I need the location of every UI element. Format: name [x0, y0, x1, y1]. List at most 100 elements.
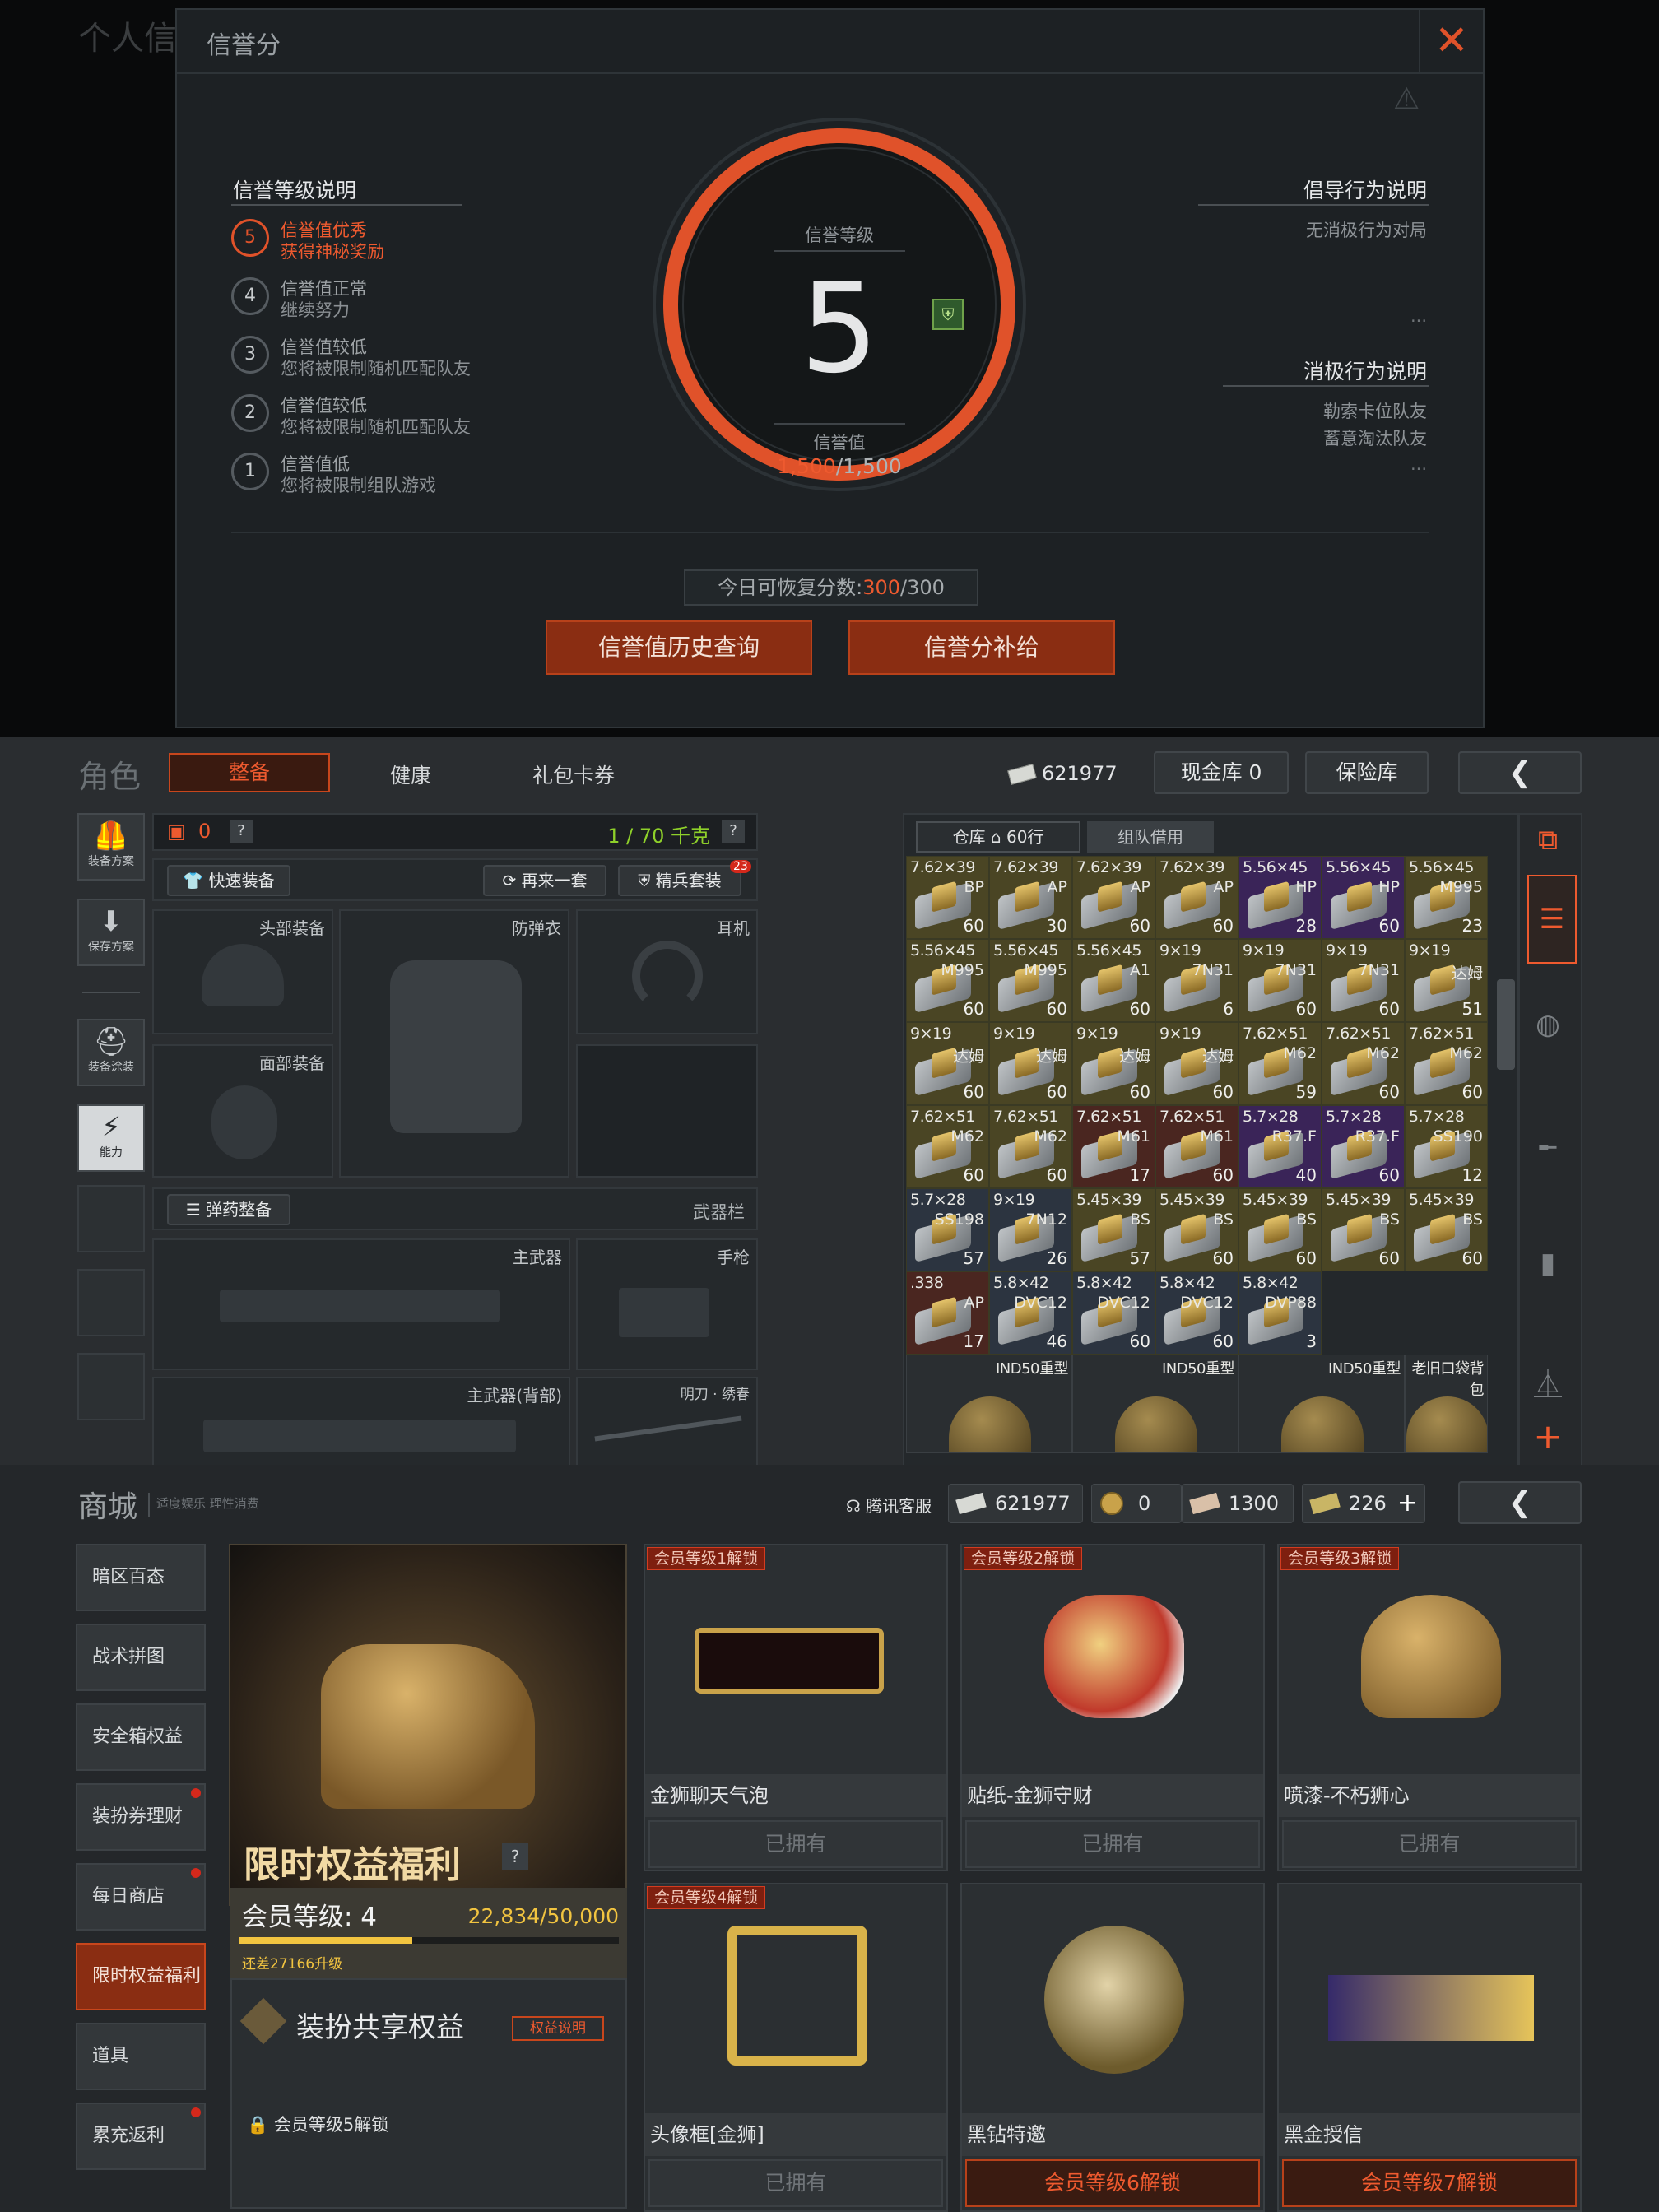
menu-item[interactable]: 暗区百态	[76, 1544, 206, 1611]
storage-cell[interactable]: 7.62×51 M62 60	[906, 1105, 989, 1188]
promo-banner[interactable]: 限时权益福利 ?	[229, 1544, 627, 1906]
storage-cell[interactable]: 7.62×39 AP 60	[1072, 856, 1155, 939]
storage-cell[interactable]: 9×19 达姆 60	[906, 1022, 989, 1105]
reward-status[interactable]: 会员等级7解锁	[1282, 2159, 1577, 2207]
storage-cell[interactable]: 5.45×39 BS 60	[1322, 1188, 1405, 1271]
storage-cell[interactable]: 5.45×39 BS 60	[1155, 1188, 1238, 1271]
storage-cell[interactable]: 5.7×28 SS190 12	[1405, 1105, 1488, 1188]
storage-cell[interactable]: 5.56×45 HP 60	[1322, 856, 1405, 939]
storage-cell[interactable]: 老旧口袋背包	[1405, 1355, 1488, 1453]
storage-cell[interactable]: .338 AP 17	[906, 1271, 989, 1355]
melee-slot[interactable]: 明刀 · 绣春	[576, 1377, 758, 1465]
service-link[interactable]: ☊ 腾讯客服	[846, 1493, 932, 1517]
menu-item[interactable]: 安全箱权益	[76, 1703, 206, 1771]
scrollbar[interactable]	[1497, 979, 1515, 1070]
tab-storage[interactable]: 仓库 ⌂ 60行	[916, 821, 1080, 853]
ability-button[interactable]: ⚡ 能力	[77, 1104, 145, 1172]
tab-health[interactable]: 健康	[390, 760, 431, 789]
elite-set-button[interactable]: ⛨ 精兵套装	[618, 865, 741, 896]
storage-cell[interactable]: 7.62×51 M61 17	[1072, 1105, 1155, 1188]
storage-cell[interactable]: 7.62×39 BP 60	[906, 856, 989, 939]
storage-cell[interactable]: 5.56×45 M995 60	[906, 939, 989, 1022]
layers-icon[interactable]: ⧉	[1523, 824, 1573, 857]
storage-cell[interactable]: 7.62×51 M61 60	[1155, 1105, 1238, 1188]
empty-slot[interactable]	[576, 1044, 758, 1178]
tab-gift-cards[interactable]: 礼包卡券	[532, 760, 615, 789]
storage-cell[interactable]: 5.56×45 M995 60	[989, 939, 1072, 1022]
tab-equip[interactable]: 整备	[169, 753, 330, 792]
rifle-icon[interactable]: ╾	[1523, 1132, 1573, 1164]
magazine-icon[interactable]: ▮	[1523, 1247, 1573, 1280]
storage-cell[interactable]: 5.45×39 BS 60	[1405, 1188, 1488, 1271]
storage-cell[interactable]: 5.45×39 BS 57	[1072, 1188, 1155, 1271]
storage-cell[interactable]: 9×19 7N31 60	[1322, 939, 1405, 1022]
storage-cell[interactable]: 5.7×28 R37.F 60	[1322, 1105, 1405, 1188]
storage-cell[interactable]: IND50重型	[1072, 1355, 1238, 1453]
storage-cell[interactable]: IND50重型	[1238, 1355, 1405, 1453]
reward-status[interactable]: 会员等级6解锁	[965, 2159, 1260, 2207]
menu-item[interactable]: 累充返利	[76, 2103, 206, 2170]
menu-item[interactable]: 道具	[76, 2023, 206, 2090]
storage-cell[interactable]: IND50重型	[906, 1355, 1072, 1453]
help-icon[interactable]: ?	[502, 1843, 528, 1870]
equip-skin-button[interactable]: ⛑ 装备涂装	[77, 1019, 145, 1086]
storage-cell[interactable]: 5.56×45 M995 23	[1405, 856, 1488, 939]
close-button[interactable]: ✕	[1419, 10, 1483, 74]
storage-cell[interactable]: 9×19 达姆 60	[1155, 1022, 1238, 1105]
ear-slot[interactable]: 耳机	[576, 909, 758, 1034]
reward-card[interactable]: 黑金授信 会员等级7解锁	[1277, 1883, 1582, 2212]
menu-item[interactable]: 装扮券理财	[76, 1783, 206, 1851]
storage-cell[interactable]: 5.7×28 SS198 57	[906, 1188, 989, 1271]
tab-team-borrow[interactable]: 组队借用	[1087, 821, 1214, 853]
menu-item[interactable]: 每日商店	[76, 1863, 206, 1931]
add-icon[interactable]: +	[1523, 1416, 1573, 1457]
back-button[interactable]: ❮	[1458, 751, 1582, 794]
cash-vault-button[interactable]: 现金库 0	[1154, 751, 1289, 794]
storage-cell[interactable]: 7.62×51 M62 60	[1322, 1022, 1405, 1105]
primary-weapon-slot[interactable]: 主武器	[152, 1238, 570, 1370]
storage-cell[interactable]: 7.62×39 AP 60	[1155, 856, 1238, 939]
face-slot[interactable]: 面部装备	[152, 1044, 333, 1178]
storage-cell[interactable]: 9×19 达姆 51	[1405, 939, 1488, 1022]
safe-vault-button[interactable]: 保险库	[1305, 751, 1429, 794]
storage-cell[interactable]: 5.45×39 BS 60	[1238, 1188, 1322, 1271]
history-button[interactable]: 信誉值历史查询	[546, 620, 812, 675]
storage-cell[interactable]: 5.56×45 A1 60	[1072, 939, 1155, 1022]
again-button[interactable]: ⟳ 再来一套	[483, 865, 606, 896]
reward-card[interactable]: 黑钻特邀 会员等级6解锁	[960, 1883, 1265, 2212]
storage-cell[interactable]: 5.8×42 DVC12 60	[1072, 1271, 1155, 1355]
reward-card[interactable]: 会员等级3解锁 喷漆-不朽狮心 已拥有	[1277, 1544, 1582, 1871]
storage-cell[interactable]: 7.62×51 M62 59	[1238, 1022, 1322, 1105]
storage-cell[interactable]: 5.8×42 DVP88 3	[1238, 1271, 1322, 1355]
stack-icon[interactable]: ☰	[1527, 875, 1577, 964]
pistol-slot[interactable]: 手枪	[576, 1238, 758, 1370]
storage-cell[interactable]: 7.62×51 M62 60	[989, 1105, 1072, 1188]
storage-cell[interactable]: 5.7×28 R37.F 40	[1238, 1105, 1322, 1188]
help-icon[interactable]: ?	[230, 820, 253, 843]
storage-cell[interactable]: 9×19 达姆 60	[1072, 1022, 1155, 1105]
compensate-button[interactable]: 信誉分补给	[848, 620, 1115, 675]
head-slot[interactable]: 头部装备	[152, 909, 333, 1034]
reward-card[interactable]: 会员等级4解锁 头像框[金狮] 已拥有	[644, 1883, 948, 2212]
bullet-icon[interactable]: ⏅	[1523, 1362, 1573, 1402]
ammo-prep-button[interactable]: ☰ 弹药整备	[167, 1194, 290, 1225]
quick-equip-button[interactable]: 👕 快速装备	[167, 865, 290, 896]
storage-cell[interactable]: 5.8×42 DVC12 46	[989, 1271, 1072, 1355]
storage-cell[interactable]: 9×19 7N12 26	[989, 1188, 1072, 1271]
secondary-weapon-slot[interactable]: 主武器(背部)	[152, 1377, 570, 1465]
storage-cell[interactable]: 9×19 7N31 60	[1238, 939, 1322, 1022]
storage-cell[interactable]: 9×19 7N31 6	[1155, 939, 1238, 1022]
save-plan-button[interactable]: ⬇ 保存方案	[77, 899, 145, 966]
back-button[interactable]: ❮	[1458, 1481, 1582, 1524]
storage-cell[interactable]: 7.62×39 AP 30	[989, 856, 1072, 939]
storage-cell[interactable]: 7.62×51 M62 60	[1405, 1022, 1488, 1105]
menu-item[interactable]: 战术拼图	[76, 1624, 206, 1691]
share-info-button[interactable]: 权益说明	[512, 2016, 604, 2041]
reward-card[interactable]: 会员等级2解锁 贴纸-金狮守财 已拥有	[960, 1544, 1265, 1871]
help-icon[interactable]: ?	[722, 820, 745, 843]
body-armor-slot[interactable]: 防弹衣	[339, 909, 569, 1178]
menu-item[interactable]: 限时权益福利	[76, 1943, 206, 2010]
storage-cell[interactable]: 9×19 达姆 60	[989, 1022, 1072, 1105]
storage-cell[interactable]: 5.8×42 DVC12 60	[1155, 1271, 1238, 1355]
reward-card[interactable]: 会员等级1解锁 金狮聊天气泡 已拥有	[644, 1544, 948, 1871]
